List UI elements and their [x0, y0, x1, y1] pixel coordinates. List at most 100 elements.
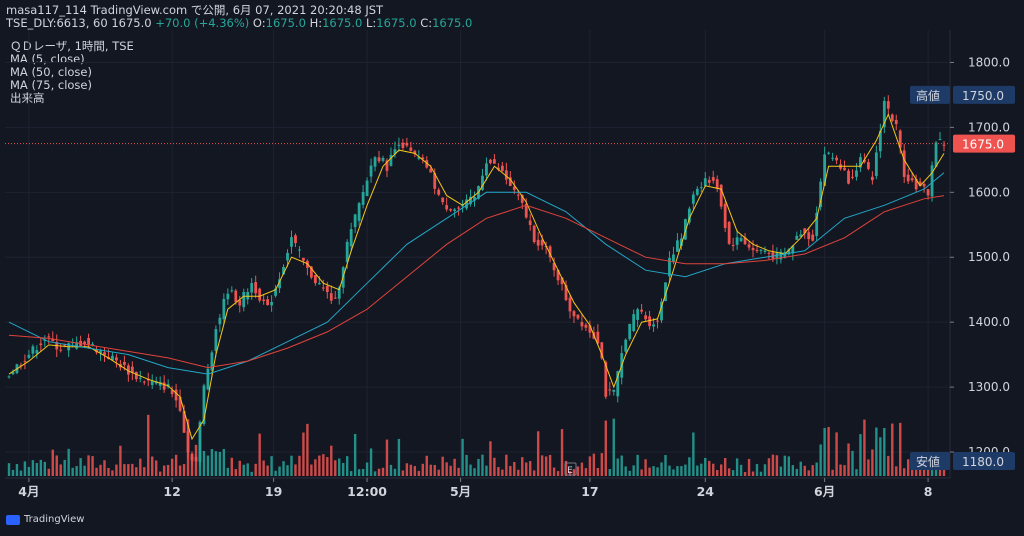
tradingview-logo: TradingView	[6, 514, 84, 525]
volume-bar	[123, 464, 126, 476]
volume-bar	[517, 469, 520, 476]
volume-bar	[592, 453, 596, 476]
candle-body	[532, 225, 536, 242]
candle-body	[250, 283, 254, 293]
candle-body	[906, 174, 910, 182]
candle-body	[206, 368, 210, 390]
volume-bar	[588, 456, 592, 476]
candle-body	[190, 453, 194, 461]
volume-bar	[903, 468, 906, 476]
volume-bar	[254, 463, 257, 476]
volume-bar	[298, 455, 301, 476]
volume-bar	[449, 465, 452, 476]
volume-bar	[158, 471, 162, 476]
volume-bar	[361, 468, 365, 476]
candle-body	[584, 324, 588, 328]
candle-body	[357, 203, 361, 221]
volume-bar	[353, 433, 357, 476]
volume-bar	[51, 449, 54, 476]
candle-body	[644, 315, 647, 320]
volume-bar	[871, 449, 874, 476]
candle-body	[23, 361, 27, 363]
volume-bar	[31, 460, 35, 476]
price-chart[interactable]: 1800.01700.01600.01500.01400.01300.01200…	[0, 0, 1024, 536]
volume-bar	[59, 464, 62, 476]
volume-bar	[349, 471, 353, 476]
volume-bar	[600, 453, 604, 476]
candle-body	[811, 234, 815, 241]
candle-body	[739, 238, 743, 242]
volume-bar	[556, 471, 560, 476]
candle-body	[827, 152, 831, 154]
volume-bar	[7, 463, 11, 476]
volume-bar	[831, 469, 834, 476]
candle-body	[910, 178, 914, 181]
candle-body	[27, 354, 31, 358]
candle-body	[703, 178, 707, 186]
candle-body	[580, 322, 584, 327]
volume-bar	[536, 431, 540, 476]
volume-bar	[274, 470, 277, 476]
candle-body	[258, 288, 262, 301]
volume-bar	[226, 467, 230, 476]
volume-bar	[608, 468, 611, 476]
volume-bar	[425, 455, 428, 476]
volume-bar	[19, 470, 23, 476]
candle-body	[576, 314, 580, 319]
volume-bar	[680, 466, 683, 476]
candle-body	[751, 247, 755, 251]
volume-bar	[131, 463, 134, 476]
volume-bar	[67, 448, 70, 476]
volume-bar	[206, 455, 210, 476]
candle-body	[333, 297, 337, 299]
candle-body	[453, 209, 457, 211]
volume-bar	[310, 464, 313, 476]
volume-bar	[111, 470, 114, 476]
candle-body	[656, 320, 659, 322]
candle-body	[397, 144, 401, 146]
volume-bar	[576, 466, 580, 476]
volume-bar	[222, 448, 226, 476]
candle-body	[194, 457, 198, 462]
volume-bar	[262, 460, 265, 476]
volume-bar	[306, 423, 309, 476]
candle-body	[230, 290, 234, 292]
volume-bar	[827, 426, 830, 476]
volume-bar	[71, 467, 74, 476]
candle-body	[536, 239, 540, 246]
time-tick-label: 8	[924, 484, 933, 499]
volume-bar	[139, 458, 142, 476]
volume-bar	[465, 454, 468, 476]
volume-bar	[580, 462, 584, 476]
last-price-tag: 1675.0	[962, 138, 1004, 152]
candle-body	[162, 382, 166, 390]
volume-bar	[532, 470, 536, 476]
volume-bar	[266, 465, 269, 476]
ma75-line	[8, 195, 945, 369]
candle-body	[365, 180, 369, 197]
candle-body	[485, 163, 488, 176]
candle-body	[369, 165, 373, 177]
tradingview-logo-icon	[6, 514, 20, 525]
candle-body	[699, 187, 703, 189]
volume-bar	[182, 464, 186, 476]
volume-bar	[735, 458, 739, 476]
volume-bar	[763, 464, 767, 476]
volume-bar	[505, 454, 508, 476]
candle-body	[246, 291, 250, 300]
volume-bar	[15, 464, 19, 476]
volume-bar	[230, 457, 234, 476]
volume-bar	[342, 462, 345, 476]
volume-bar	[787, 456, 791, 476]
volume-bar	[27, 466, 31, 476]
volume-bar	[377, 468, 381, 476]
volume-bar	[775, 455, 779, 476]
ma50-line	[8, 172, 945, 375]
volume-bar	[47, 468, 50, 476]
volume-bar	[334, 460, 337, 476]
candle-body	[516, 194, 520, 196]
volume-bar	[401, 470, 405, 476]
volume-bar	[338, 458, 341, 476]
candle-body	[349, 229, 353, 247]
candle-body	[313, 275, 317, 284]
